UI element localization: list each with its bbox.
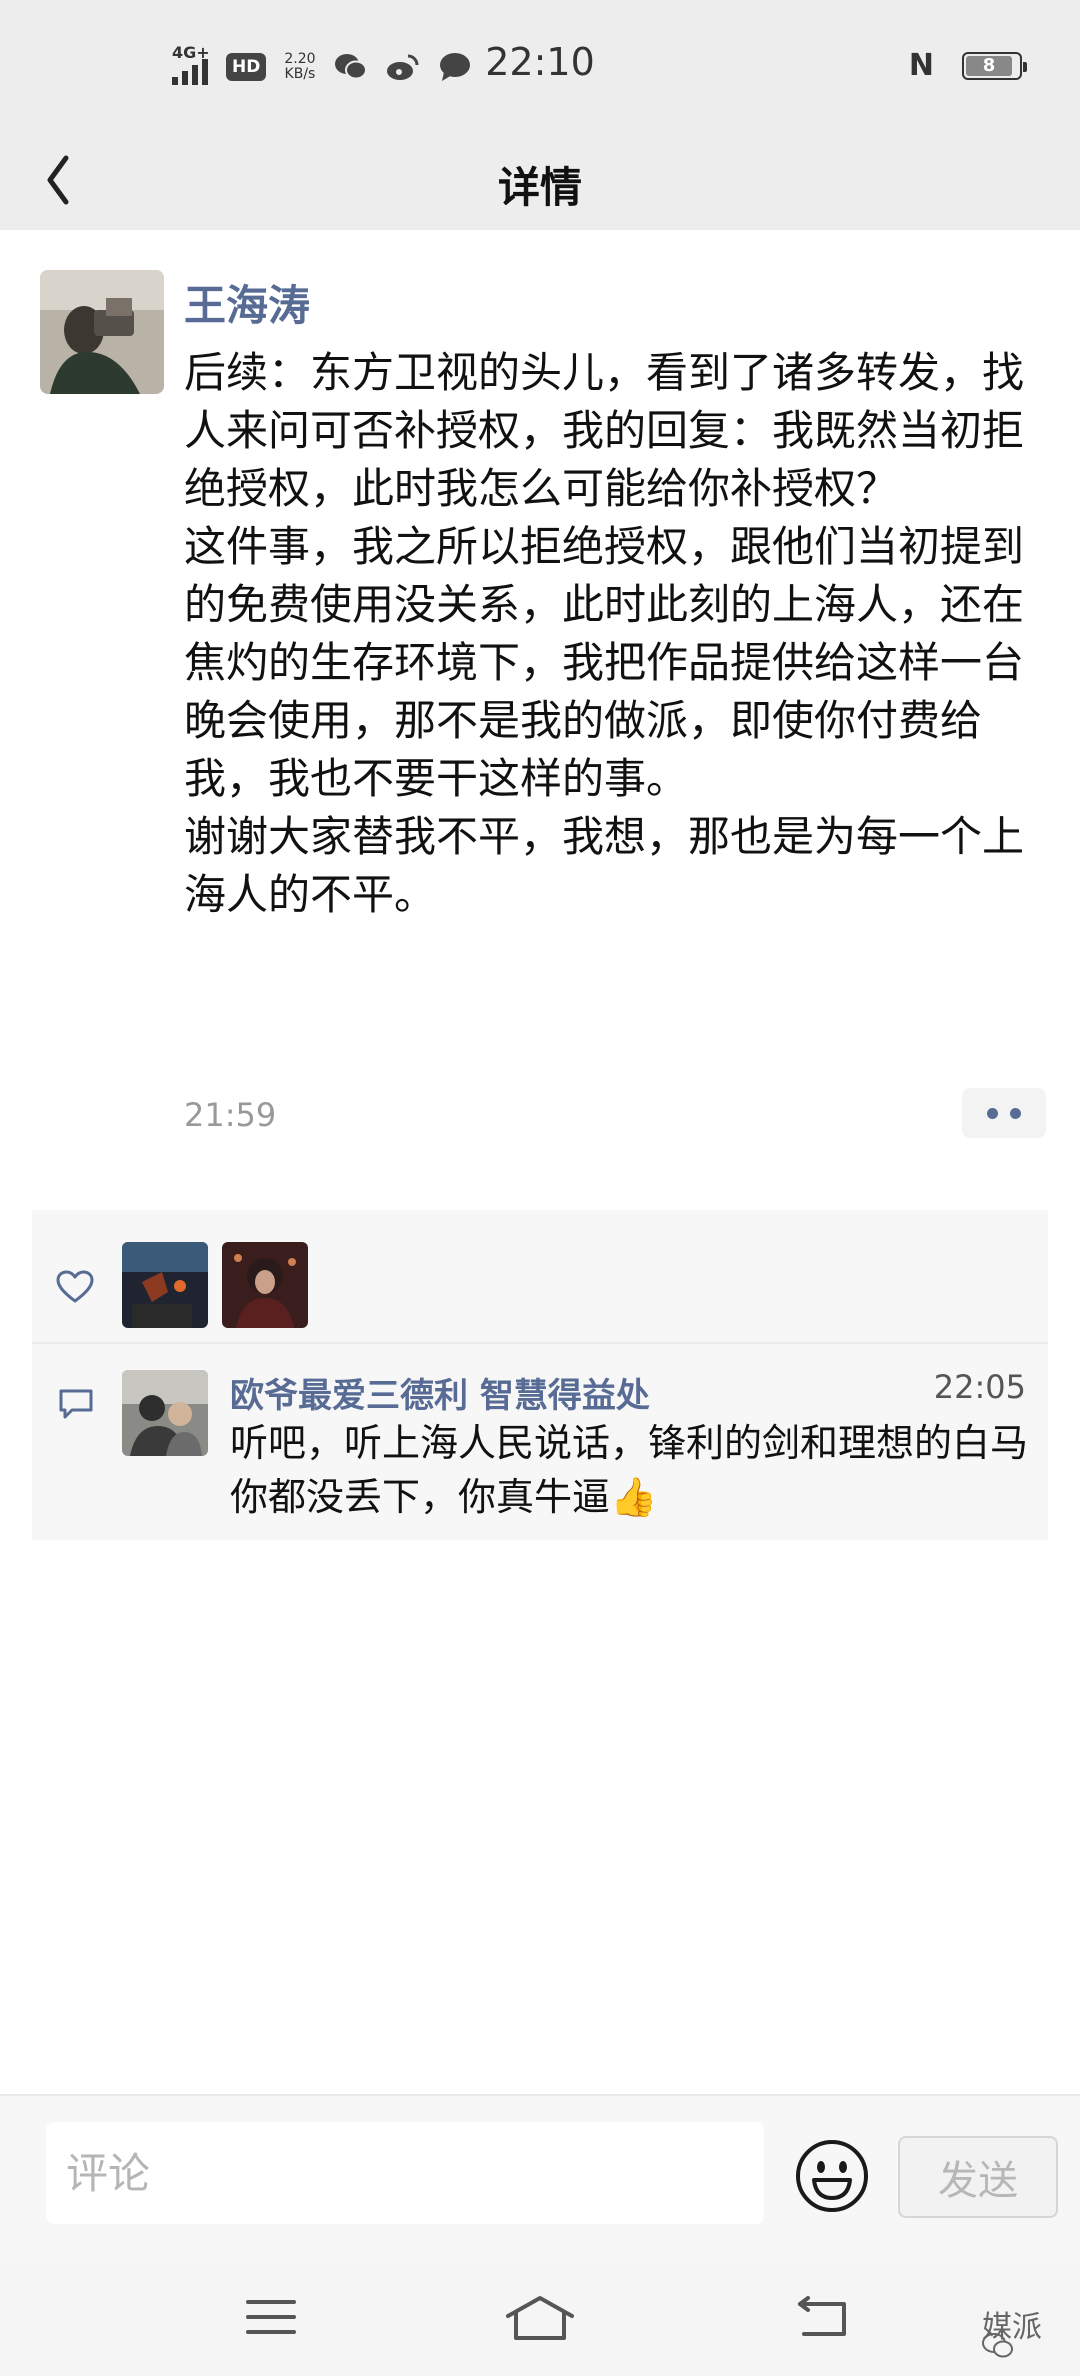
liker-avatar[interactable]	[122, 1242, 208, 1328]
comment-icon	[59, 1389, 93, 1419]
panel-divider	[32, 1342, 1048, 1344]
heart-icon	[56, 1270, 94, 1303]
status-bar: 4G+ HD 2.20 KB/s 22:10 N 8	[0, 0, 1080, 130]
comment-text[interactable]: 听吧，听上海人民说话，锋利的剑和理想的白马你都没丢下，你真牛逼👍	[230, 1416, 1036, 1524]
watermark: 媒派	[982, 2302, 1042, 2358]
liker-avatar[interactable]	[222, 1242, 308, 1328]
dot-icon	[1010, 1107, 1021, 1119]
emoji-icon[interactable]	[794, 2138, 870, 2214]
status-right-icons: N 8	[908, 48, 1027, 83]
more-actions-button[interactable]	[962, 1088, 1046, 1138]
author-name[interactable]: 王海涛	[184, 272, 310, 333]
post-content: 后续：东方卫视的头儿，看到了诸多转发，找人来问可否补授权，我的回复：我既然当初拒…	[184, 348, 1025, 919]
page-title: 详情	[497, 163, 582, 212]
comment-input[interactable]	[46, 2122, 764, 2224]
interaction-panel: 欧爷最爱三德利 智慧得益处 22:05 听吧，听上海人民说话，锋利的剑和理想的白…	[32, 1210, 1048, 1540]
commenter-avatar[interactable]	[122, 1370, 208, 1456]
post-time: 21:59	[184, 1096, 277, 1134]
author-avatar[interactable]	[40, 270, 164, 394]
comment-input-bar: 发送	[0, 2094, 1080, 2264]
wechat-icon	[982, 2333, 1013, 2358]
comment-time: 22:05	[933, 1368, 1026, 1406]
home-icon[interactable]	[504, 2294, 576, 2344]
system-nav-bar: 媒派	[0, 2264, 1080, 2376]
nfc-icon: N	[908, 48, 934, 83]
commenter-name[interactable]: 欧爷最爱三德利 智慧得益处	[230, 1368, 650, 1417]
back-nav-icon[interactable]	[794, 2294, 850, 2342]
dot-icon	[987, 1107, 998, 1119]
battery-level: 8	[982, 54, 996, 76]
battery-icon: 8	[962, 51, 1027, 80]
send-button[interactable]: 发送	[898, 2136, 1058, 2218]
menu-icon[interactable]	[244, 2294, 298, 2340]
nav-bar: 详情	[0, 130, 1080, 230]
